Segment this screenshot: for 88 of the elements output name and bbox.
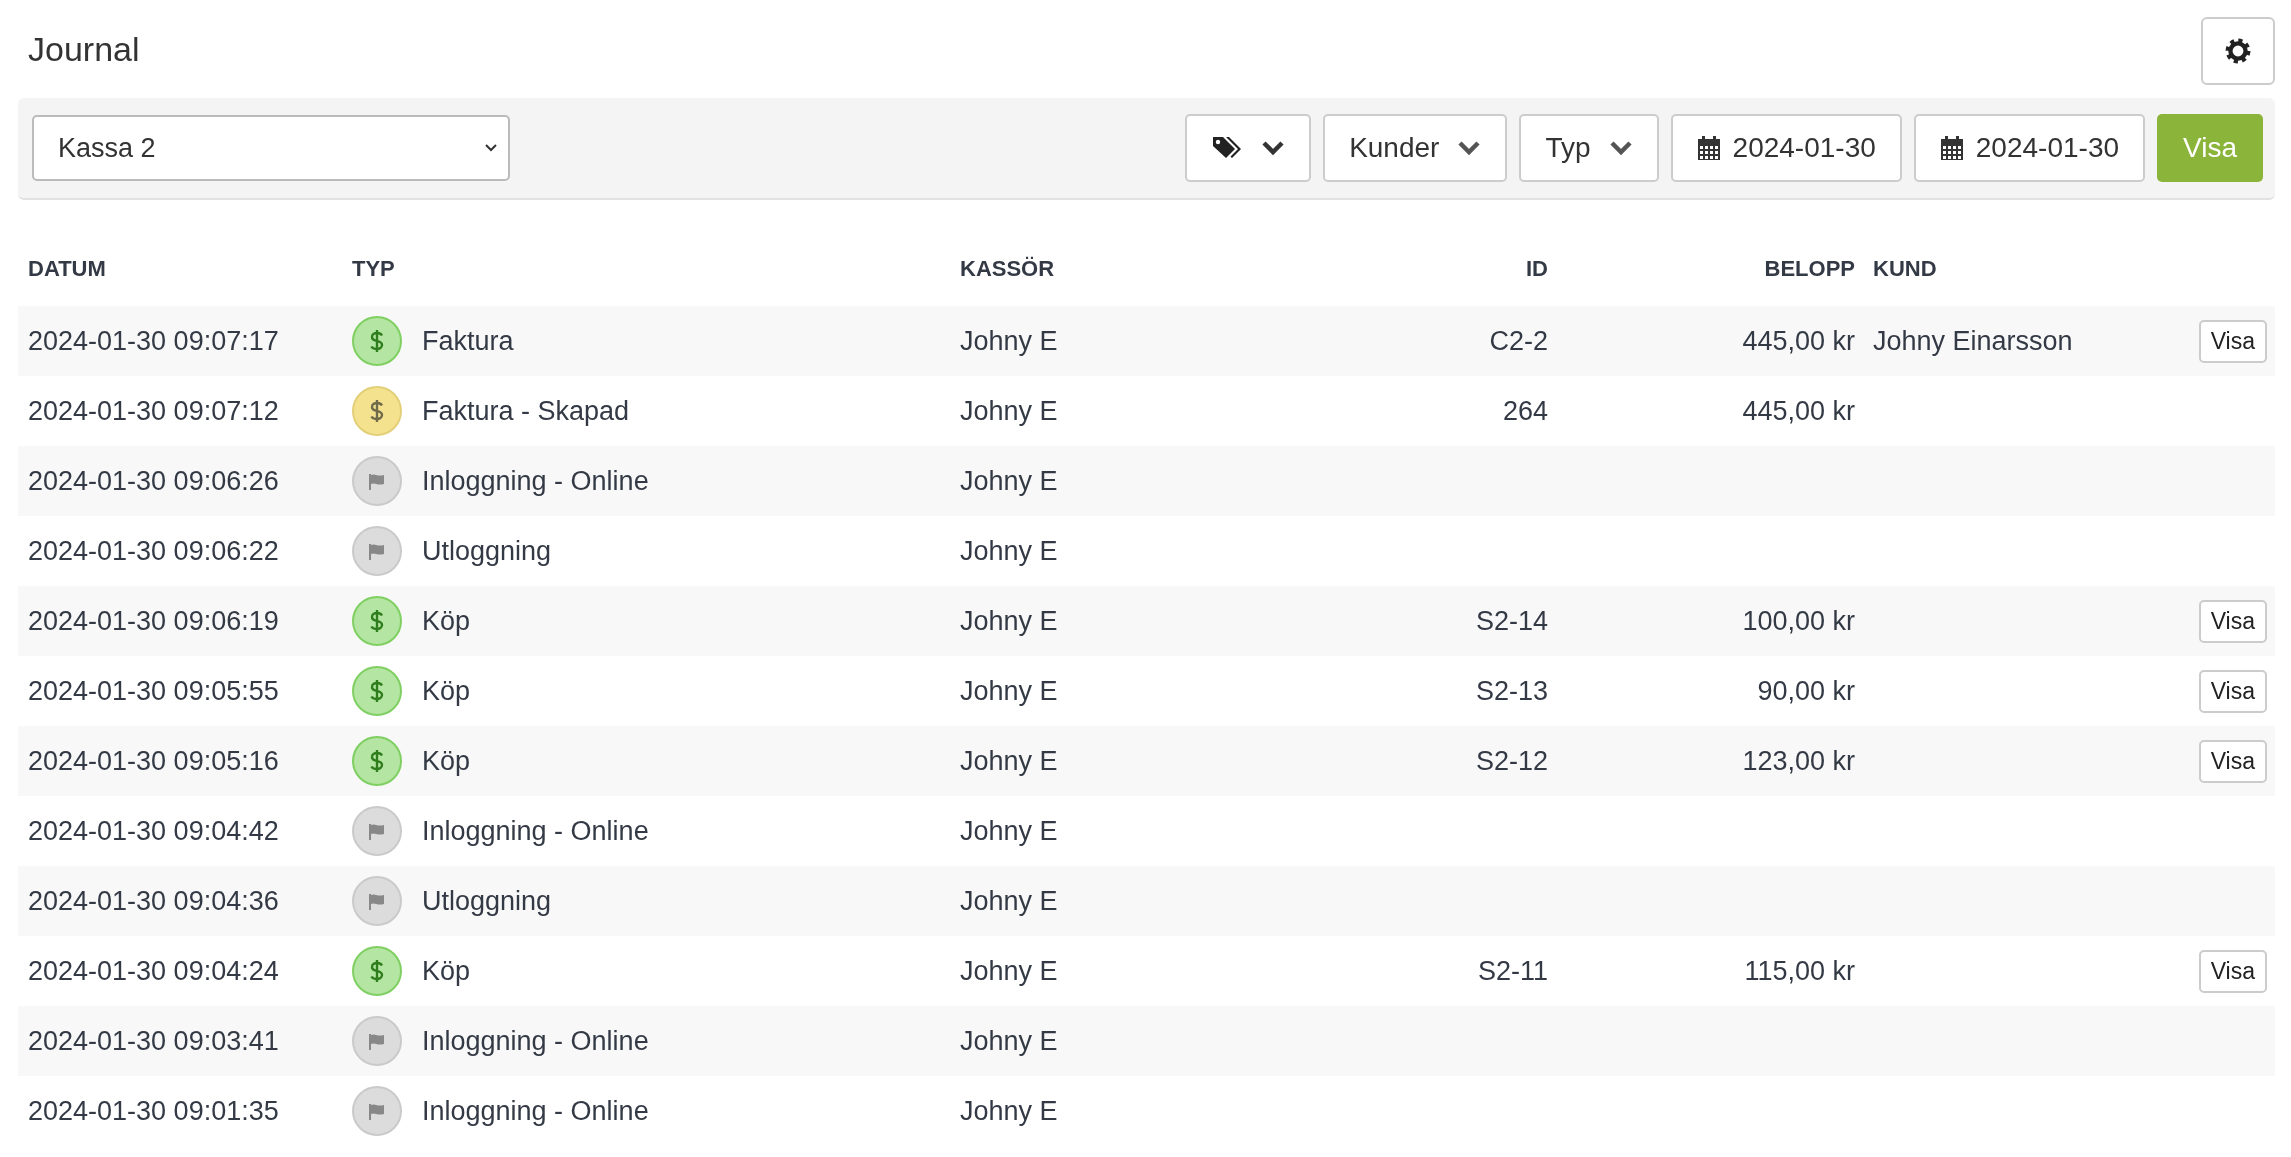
register-select[interactable]: Kassa 2 [32, 115, 510, 181]
table-cell: C2-2 [1489, 325, 1548, 357]
table-cell: Köp [422, 605, 471, 637]
dollar-icon [352, 316, 402, 366]
date-button[interactable]: 2024-01-30 [1913, 114, 2146, 182]
table-cell-text: 2024-01-30 09:01:35 [27, 1095, 280, 1127]
table-cell-text: Johny E [960, 465, 1059, 497]
table-cell-text: Johny E [960, 815, 1059, 847]
table-cell-text: Johny E [960, 395, 1059, 427]
table-cell: Faktura [422, 325, 514, 357]
table-cell-text: 2024-01-30 09:05:55 [27, 675, 280, 707]
table-cell-text: 2024-01-30 09:04:42 [27, 815, 280, 847]
flag-icon [352, 1086, 402, 1136]
table-cell: 90,00 kr [1757, 675, 1855, 707]
dollar-icon [352, 386, 402, 436]
dropdown-button[interactable]: Typ [1519, 114, 1659, 182]
table-cell: S2-12 [1475, 745, 1548, 777]
dollar-icon [352, 596, 402, 646]
table-cell: Inloggning - Online [422, 815, 649, 847]
chevron-down-icon [1457, 140, 1482, 156]
chevron-down-icon [1608, 140, 1633, 156]
table-cell-text: Johny E [960, 325, 1059, 357]
table-cell: Utloggning [422, 885, 552, 917]
table-cell-text: 2024-01-30 09:05:16 [27, 745, 280, 777]
table-cell: Utloggning [422, 535, 552, 567]
table-cell-text: Johny E [960, 605, 1059, 637]
table-cell: Inloggning - Online [422, 1095, 649, 1127]
table-cell: 115,00 kr [1744, 955, 1855, 987]
table-cell: Köp [422, 745, 471, 777]
table-cell-text: Johny E [960, 535, 1059, 567]
table-cell-text: Johny E [960, 745, 1059, 777]
table-cell-text: 2024-01-30 09:06:19 [27, 605, 280, 637]
flag-icon [352, 806, 402, 856]
table-cell-text: 2024-01-30 09:03:41 [27, 1025, 280, 1057]
calendar-icon [1696, 135, 1721, 161]
table-cell-text: 2024-01-30 09:04:36 [27, 885, 280, 917]
column-header: KASSÖR [960, 256, 1056, 282]
chevron-down-icon [1261, 140, 1286, 156]
table-cell-text: Johny E [960, 675, 1059, 707]
column-header: KUND [1872, 256, 1938, 282]
table-cell-text: 2024-01-30 09:07:12 [27, 395, 280, 427]
flag-icon [352, 1016, 402, 1066]
calendar-icon [1939, 135, 1964, 161]
column-header: BELOPP [1764, 256, 1855, 282]
table-cell-text: 2024-01-30 09:07:17 [27, 325, 280, 357]
show-button[interactable]: Visa [2198, 739, 2267, 783]
dropdown-button[interactable]: Kunder [1323, 114, 1508, 182]
tags-icon [1211, 135, 1244, 161]
table-cell: S2-11 [1477, 955, 1548, 987]
table-cell: 445,00 kr [1742, 325, 1855, 357]
show-button[interactable]: Visa [2198, 599, 2267, 643]
table-cell-text: 2024-01-30 09:06:22 [27, 535, 280, 567]
column-header: DATUM [27, 256, 107, 282]
column-header: TYP [352, 256, 396, 282]
table-cell: 264 [1502, 395, 1548, 427]
table-cell: Köp [422, 675, 471, 707]
table-cell: 100,00 kr [1742, 605, 1855, 637]
table-cell: S2-13 [1475, 675, 1548, 707]
table-cell-text: Johny E [960, 1095, 1059, 1127]
chevron-down-icon [484, 143, 498, 153]
show-button[interactable]: Visa [2198, 319, 2267, 363]
dollar-icon [352, 946, 402, 996]
flag-icon [352, 456, 402, 506]
table-cell: Inloggning - Online [422, 1025, 649, 1057]
settings-button[interactable] [2201, 17, 2275, 85]
flag-icon [352, 876, 402, 926]
table-cell-text: Johny E [960, 1025, 1059, 1057]
table-cell: 123,00 kr [1742, 745, 1855, 777]
table-cell-text: 2024-01-30 09:04:24 [27, 955, 280, 987]
page-title: Journal [28, 29, 140, 69]
date-button[interactable]: 2024-01-30 [1670, 114, 1902, 182]
show-button[interactable]: Visa [2198, 669, 2267, 713]
tags-filter-button[interactable] [1185, 114, 1312, 182]
column-header: ID [1526, 256, 1548, 282]
table-cell-text: 2024-01-30 09:06:26 [27, 465, 280, 497]
table-cell: Inloggning - Online [422, 465, 649, 497]
table-cell: Köp [422, 955, 471, 987]
table-cell-text: Johny E [960, 885, 1059, 917]
settings-icon [2225, 38, 2251, 64]
table-cell: Faktura - Skapad [422, 395, 630, 427]
table-cell-text: Johny E [960, 955, 1059, 987]
dollar-icon [352, 736, 402, 786]
dollar-icon [352, 666, 402, 716]
table-cell-text: Johny Einarsson [1872, 325, 2074, 357]
table-cell: S2-14 [1475, 605, 1548, 637]
table-cell: 445,00 kr [1742, 395, 1855, 427]
flag-icon [352, 526, 402, 576]
show-button[interactable]: Visa [2198, 949, 2267, 993]
